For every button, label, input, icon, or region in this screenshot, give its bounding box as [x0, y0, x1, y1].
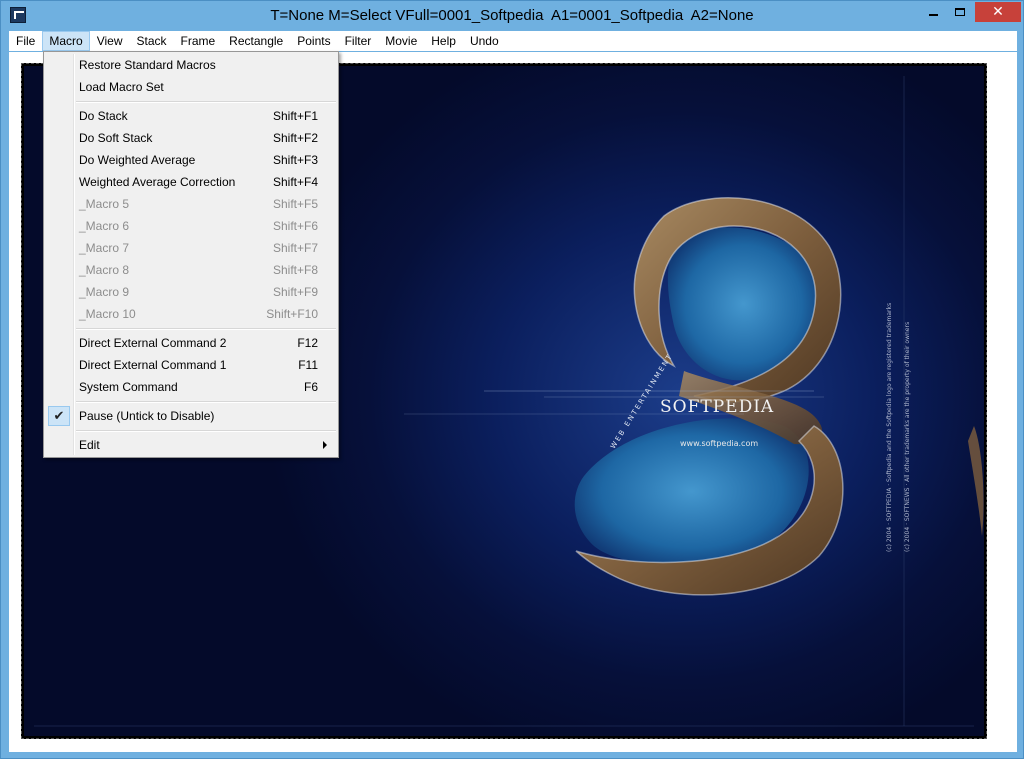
menu-item-label: Do Soft Stack — [79, 131, 153, 145]
menu-item-shortcut: F6 — [303, 380, 318, 394]
softpedia-url: www.softpedia.com — [680, 439, 759, 448]
maximize-icon — [955, 8, 965, 16]
menu-help[interactable]: Help — [424, 31, 463, 51]
menu-item-shortcut: Shift+F1 — [272, 109, 318, 123]
menu-item-label: _Macro 10 — [79, 307, 136, 321]
menu-item-do-soft-stack[interactable]: Do Soft Stack Shift+F2 — [46, 127, 336, 149]
menu-item-shortcut: Shift+F2 — [272, 131, 318, 145]
menu-item-restore-standard-macros[interactable]: Restore Standard Macros — [46, 54, 336, 76]
window-title: T=None M=Select VFull=0001_Softpedia A1=… — [270, 7, 754, 24]
menu-item-macro-5[interactable]: _Macro 5 Shift+F5 — [46, 193, 336, 215]
maximize-button[interactable] — [946, 2, 974, 22]
menu-item-label: Load Macro Set — [79, 80, 164, 94]
menu-stack[interactable]: Stack — [129, 31, 173, 51]
menu-rectangle[interactable]: Rectangle — [222, 31, 290, 51]
menu-item-label: Edit — [79, 438, 100, 452]
menu-separator — [76, 430, 336, 432]
menu-item-shortcut: Shift+F10 — [266, 307, 318, 321]
menu-item-macro-9[interactable]: _Macro 9 Shift+F9 — [46, 281, 336, 303]
menu-item-edit[interactable]: Edit — [46, 434, 336, 456]
menu-view[interactable]: View — [90, 31, 130, 51]
menu-item-label: _Macro 7 — [79, 241, 130, 255]
menu-frame[interactable]: Frame — [174, 31, 223, 51]
menu-item-macro-8[interactable]: _Macro 8 Shift+F8 — [46, 259, 336, 281]
menu-item-macro-6[interactable]: _Macro 6 Shift+F6 — [46, 215, 336, 237]
menu-item-system-command[interactable]: System Command F6 — [46, 376, 336, 398]
menu-movie[interactable]: Movie — [378, 31, 424, 51]
softpedia-logo-text: SOFTPEDIA — [660, 397, 775, 417]
close-button[interactable]: ✕ — [975, 2, 1021, 22]
menu-item-shortcut: F11 — [298, 358, 318, 372]
menu-item-macro-10[interactable]: _Macro 10 Shift+F10 — [46, 303, 336, 325]
macro-dropdown-menu: Restore Standard Macros Load Macro Set D… — [43, 51, 339, 458]
menu-item-shortcut: Shift+F3 — [272, 153, 318, 167]
menu-item-direct-external-command-1[interactable]: Direct External Command 1 F11 — [46, 354, 336, 376]
minimize-icon — [928, 14, 938, 16]
menu-item-shortcut: Shift+F7 — [272, 241, 318, 255]
menu-item-label: Restore Standard Macros — [79, 58, 216, 72]
menu-item-shortcut: Shift+F8 — [272, 263, 318, 277]
menu-item-direct-external-command-2[interactable]: Direct External Command 2 F12 — [46, 332, 336, 354]
title-bar[interactable]: T=None M=Select VFull=0001_Softpedia A1=… — [1, 1, 1023, 31]
menu-separator — [76, 401, 336, 403]
menu-points[interactable]: Points — [290, 31, 337, 51]
menu-item-label: System Command — [79, 380, 178, 394]
menu-item-shortcut: Shift+F4 — [272, 175, 318, 189]
menu-item-label: _Macro 6 — [79, 219, 130, 233]
menu-undo[interactable]: Undo — [463, 31, 506, 51]
menu-bar: File Macro View Stack Frame Rectangle Po… — [9, 31, 1017, 51]
menu-item-shortcut: Shift+F6 — [272, 219, 318, 233]
menu-item-label: Direct External Command 1 — [79, 358, 227, 372]
submenu-arrow-icon — [323, 441, 327, 449]
menu-file[interactable]: File — [9, 31, 42, 51]
menu-item-do-stack[interactable]: Do Stack Shift+F1 — [46, 105, 336, 127]
menu-item-label: Weighted Average Correction — [79, 175, 236, 189]
menu-item-label: _Macro 9 — [79, 285, 130, 299]
app-icon[interactable] — [10, 7, 26, 23]
menu-item-load-macro-set[interactable]: Load Macro Set — [46, 76, 336, 98]
menu-item-shortcut: F12 — [297, 336, 318, 350]
menu-separator — [76, 328, 336, 330]
menu-item-shortcut: Shift+F5 — [272, 197, 318, 211]
minimize-button[interactable] — [918, 2, 948, 22]
close-icon: ✕ — [992, 4, 1004, 20]
checkmark-icon: ✔ — [48, 406, 70, 426]
menu-item-label: Direct External Command 2 — [79, 336, 227, 350]
menu-item-pause[interactable]: ✔ Pause (Untick to Disable) — [46, 405, 336, 427]
menu-item-weighted-average-correction[interactable]: Weighted Average Correction Shift+F4 — [46, 171, 336, 193]
menu-filter[interactable]: Filter — [338, 31, 379, 51]
menu-item-label: _Macro 5 — [79, 197, 130, 211]
menu-item-label: _Macro 8 — [79, 263, 130, 277]
menu-item-label: Do Weighted Average — [79, 153, 196, 167]
menu-item-macro-7[interactable]: _Macro 7 Shift+F7 — [46, 237, 336, 259]
menu-item-do-weighted-average[interactable]: Do Weighted Average Shift+F3 — [46, 149, 336, 171]
menu-separator — [76, 101, 336, 103]
copyright-note-2: (c) 2004 · SOFTNEWS · All other trademar… — [904, 321, 911, 552]
menu-item-label: Do Stack — [79, 109, 128, 123]
menu-item-label: Pause (Untick to Disable) — [79, 409, 215, 423]
copyright-note-1: (c) 2004 · SOFTPEDIA · Softpedia and the… — [886, 302, 893, 552]
menu-macro[interactable]: Macro — [42, 31, 90, 51]
menu-item-shortcut: Shift+F9 — [272, 285, 318, 299]
